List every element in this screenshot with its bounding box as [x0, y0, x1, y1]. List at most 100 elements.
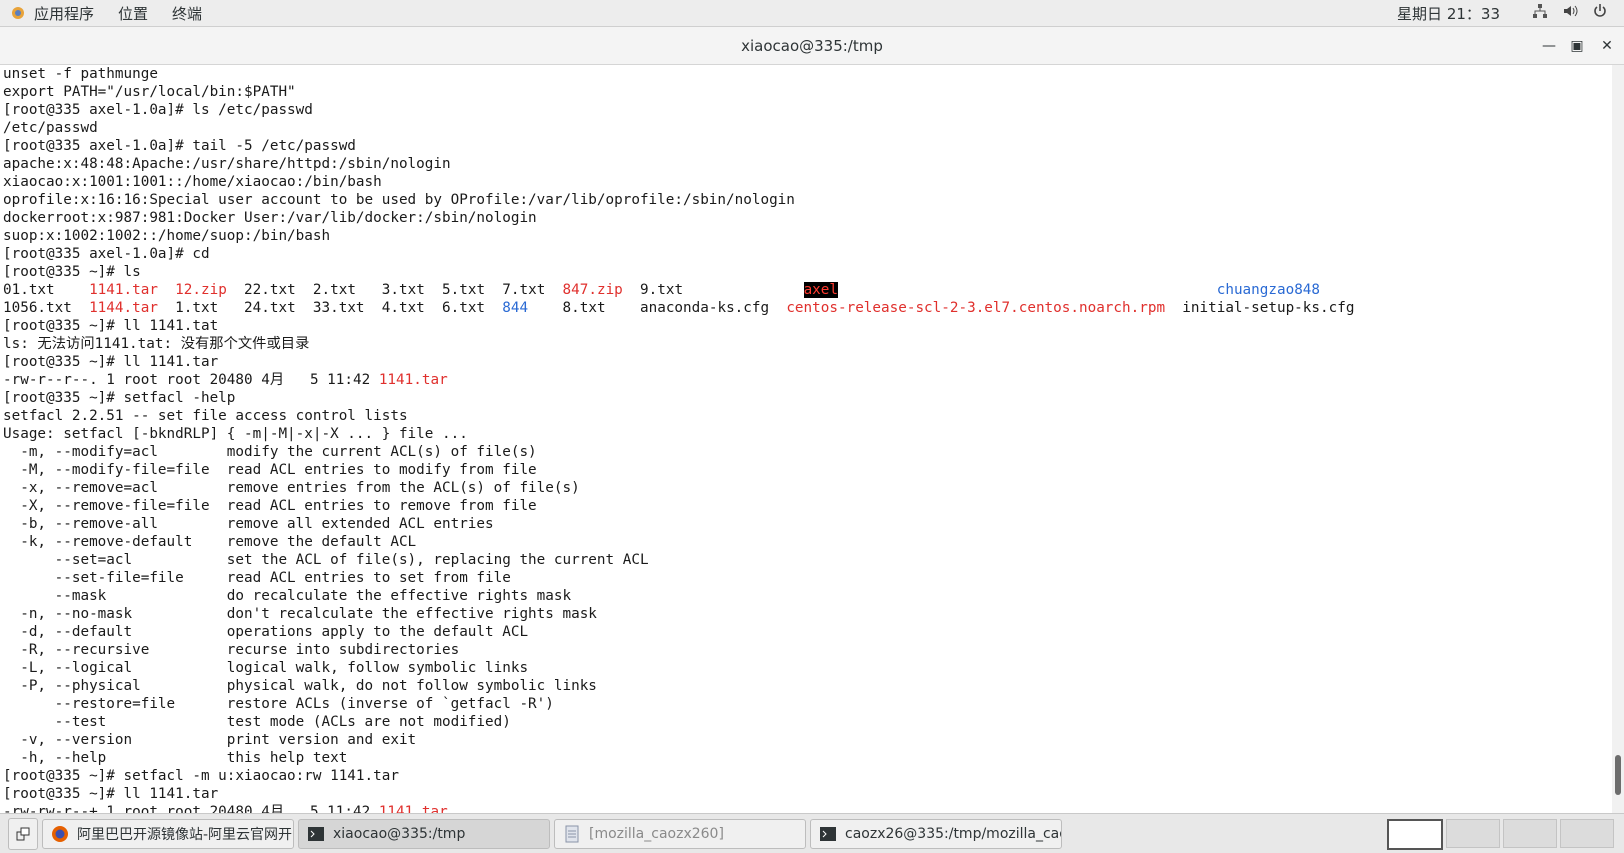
terminal-line: dockerroot:x:987:981:Docker User:/var/li… [3, 209, 1613, 227]
terminal-text: --set=acl set the ACL of file(s), replac… [3, 552, 649, 568]
terminal-line: setfacl 2.2.51 -- set file access contro… [3, 407, 1613, 425]
power-icon[interactable] [1592, 3, 1608, 23]
terminal-text: 22.txt 2.txt 3.txt 5.txt 7.txt [226, 282, 563, 298]
menu-applications[interactable]: 应用程序 [34, 3, 94, 24]
terminal-text: xiaocao:x:1001:1001::/home/xiaocao:/bin/… [3, 174, 382, 190]
terminal-line: [root@335 ~]# setfacl -m u:xiaocao:rw 11… [3, 767, 1613, 785]
terminal-text: -rw-rw-r--+ 1 root root 20480 4月 5 11:42 [3, 804, 379, 813]
terminal-text: [root@335 ~]# ll 1141.tar [3, 786, 219, 802]
window-titlebar[interactable]: xiaocao@335:/tmp — ▣ ✕ [0, 27, 1624, 65]
menu-terminal[interactable]: 终端 [172, 3, 202, 24]
terminal-output[interactable]: unset -f pathmunge export PATH="/usr/loca… [0, 65, 1613, 813]
terminal-text: 1056.txt [3, 300, 90, 316]
terminal-icon [308, 826, 324, 841]
terminal-line: export PATH="/usr/local/bin:$PATH" [3, 83, 1613, 101]
terminal-text: 1144.tar [89, 300, 158, 316]
task-label: caozx26@335:/tmp/mozilla_caozx··· [845, 825, 1061, 842]
terminal-text: -x, --remove=acl remove entries from the… [3, 480, 580, 496]
workspace-1[interactable] [1387, 819, 1443, 850]
close-icon[interactable]: ✕ [1592, 27, 1622, 64]
taskbar: 阿里巴巴开源镜像站-阿里云官网开... xiaocao@335:/tmp [mo… [0, 813, 1624, 853]
task-file-window[interactable]: [mozilla_caozx260] [554, 818, 806, 849]
terminal-line: -h, --help this help text [3, 749, 1613, 767]
terminal-text: -rw-r--r--. 1 root root 20480 4月 5 11:42 [3, 372, 379, 388]
terminal-text: -M, --modify-file=file read ACL entries … [3, 462, 537, 478]
terminal-line: Usage: setfacl [-bkndRLP] { -m|-M|-x|-X … [3, 425, 1613, 443]
menu-places[interactable]: 位置 [118, 3, 148, 24]
terminal-line: unset -f pathmunge [3, 65, 1613, 83]
terminal-line: [root@335 ~]# ls [3, 263, 1613, 281]
terminal-line: [root@335 ~]# ll 1141.tar [3, 785, 1613, 803]
terminal-text: 12.zip [175, 282, 227, 298]
terminal-text: -b, --remove-all remove all extended ACL… [3, 516, 494, 532]
terminal-text: [root@335 ~]# ls [3, 264, 141, 280]
terminal-line: /etc/passwd [3, 119, 1613, 137]
terminal-text: initial-setup-ks.cfg [1165, 300, 1355, 316]
task-terminal-other[interactable]: caozx26@335:/tmp/mozilla_caozx··· [810, 818, 1062, 849]
terminal-line: --restore=file restore ACLs (inverse of … [3, 695, 1613, 713]
terminal-line: oprofile:x:16:16:Special user account to… [3, 191, 1613, 209]
terminal-text: oprofile:x:16:16:Special user account to… [3, 192, 795, 208]
workspace-3[interactable] [1503, 819, 1557, 848]
terminal-line: [root@335 axel-1.0a]# tail -5 /etc/passw… [3, 137, 1613, 155]
terminal-text: suop:x:1002:1002::/home/suop:/bin/bash [3, 228, 331, 244]
terminal-line: xiaocao:x:1001:1001::/home/xiaocao:/bin/… [3, 173, 1613, 191]
terminal-text: axel [803, 282, 838, 298]
task-label: xiaocao@335:/tmp [333, 825, 466, 842]
terminal-scrollbar[interactable] [1612, 65, 1624, 813]
terminal-text: --restore=file restore ACLs (inverse of … [3, 696, 554, 712]
terminal-line: suop:x:1002:1002::/home/suop:/bin/bash [3, 227, 1613, 245]
terminal-text: 847.zip [562, 282, 623, 298]
terminal-text: 01.txt [3, 282, 90, 298]
terminal-text: -P, --physical physical walk, do not fol… [3, 678, 597, 694]
terminal-text: 1.txt 24.txt 33.txt 4.txt 6.txt [157, 300, 503, 316]
clock[interactable]: 星期日 21：33 [1397, 3, 1500, 24]
terminal-text: 8.txt anaconda-ks.cfg [528, 300, 787, 316]
terminal-text: setfacl 2.2.51 -- set file access contro… [3, 408, 408, 424]
task-label: [mozilla_caozx260] [589, 825, 724, 842]
task-terminal-current[interactable]: xiaocao@335:/tmp [298, 818, 550, 849]
show-desktop-icon [16, 827, 30, 840]
window-title: xiaocao@335:/tmp [741, 36, 883, 55]
terminal-line: -v, --version print version and exit [3, 731, 1613, 749]
terminal-text: dockerroot:x:987:981:Docker User:/var/li… [3, 210, 537, 226]
terminal-text: --set-file=file read ACL entries to set … [3, 570, 511, 586]
terminal-text: 844 [502, 300, 529, 316]
terminal-text: -k, --remove-default remove the default … [3, 534, 417, 550]
minimize-icon[interactable]: — [1534, 27, 1564, 64]
workspace-4[interactable] [1560, 819, 1614, 848]
firefox-icon [52, 825, 68, 842]
terminal-text: -d, --default operations apply to the de… [3, 624, 529, 640]
terminal-line: [root@335 ~]# ll 1141.tat [3, 317, 1613, 335]
terminal-line: -m, --modify=acl modify the current ACL(… [3, 443, 1613, 461]
terminal-line: [root@335 ~]# ll 1141.tar [3, 353, 1613, 371]
terminal-line: -R, --recursive recurse into subdirector… [3, 641, 1613, 659]
terminal-text: -L, --logical logical walk, follow symbo… [3, 660, 529, 676]
terminal-line: --set=acl set the ACL of file(s), replac… [3, 551, 1613, 569]
maximize-icon[interactable]: ▣ [1562, 27, 1592, 64]
terminal-line: -X, --remove-file=file read ACL entries … [3, 497, 1613, 515]
terminal-text: [root@335 axel-1.0a]# tail -5 /etc/passw… [3, 138, 356, 154]
terminal-line: -b, --remove-all remove all extended ACL… [3, 515, 1613, 533]
terminal-text: -v, --version print version and exit [3, 732, 417, 748]
applications-icon[interactable] [10, 5, 26, 21]
volume-icon[interactable] [1562, 3, 1578, 23]
terminal-line: -rw-rw-r--+ 1 root root 20480 4月 5 11:42… [3, 803, 1613, 813]
terminal-line: -k, --remove-default remove the default … [3, 533, 1613, 551]
terminal-text: -R, --recursive recurse into subdirector… [3, 642, 460, 658]
terminal-line: [root@335 axel-1.0a]# ls /etc/passwd [3, 101, 1613, 119]
terminal-text: /etc/passwd [3, 120, 98, 136]
workspace-2[interactable] [1446, 819, 1500, 848]
terminal-text: -h, --help this help text [3, 750, 348, 766]
terminal-line: ls: 无法访问1141.tat: 没有那个文件或目录 [3, 335, 1613, 353]
task-browser[interactable]: 阿里巴巴开源镜像站-阿里云官网开... [42, 818, 294, 849]
network-icon[interactable] [1532, 3, 1548, 23]
show-desktop-button[interactable] [8, 817, 38, 850]
terminal-text: unset -f pathmunge [3, 66, 158, 82]
terminal-line: 01.txt 1141.tar 12.zip 22.txt 2.txt 3.tx… [3, 281, 1613, 299]
terminal-line: --test test mode (ACLs are not modified) [3, 713, 1613, 731]
scrollbar-thumb[interactable] [1615, 755, 1621, 795]
top-panel: 应用程序 位置 终端 星期日 21：33 [0, 0, 1624, 27]
